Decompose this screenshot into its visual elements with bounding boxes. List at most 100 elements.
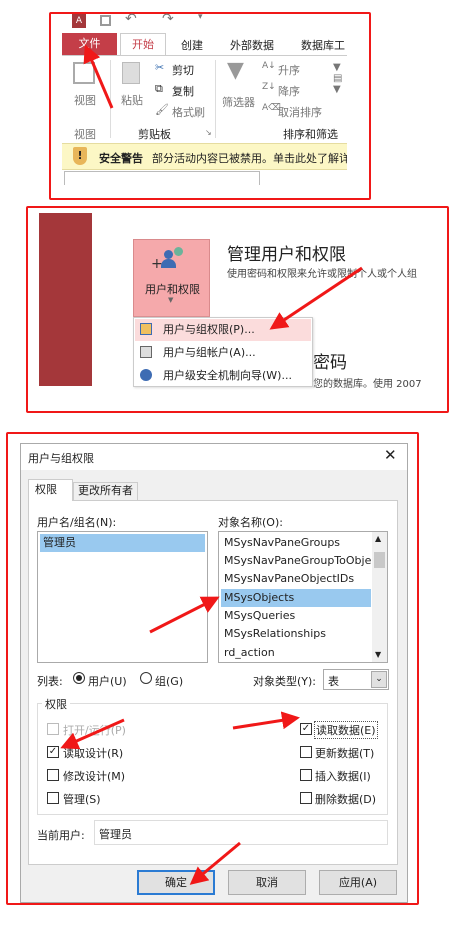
divider [215,60,216,138]
menu-item-user-group-accounts[interactable]: 用户与组帐户(A)... [135,342,311,364]
security-warning-message: 部分活动内容已被禁用。单击此处了解详 [152,152,347,165]
brush-icon: 🖌 [155,103,169,116]
accounts-icon [140,346,152,358]
user-list-label: 用户名/组名(N): [37,516,117,529]
close-icon[interactable]: ✕ [384,446,397,464]
list-type-label: 列表: [37,675,63,688]
permissions-groupbox-label: 权限 [42,696,70,712]
checkbox-delete-data[interactable] [300,792,312,804]
checkbox-read-design-label[interactable]: 读取设计(R) [63,745,123,761]
list-item-object[interactable]: rd_action [221,644,371,662]
save-icon[interactable] [100,15,111,26]
list-item-object[interactable]: MSysNavPaneGroupToObje [221,552,371,570]
nav-pane-edge [64,171,260,185]
copy-icon: ⧉ [155,82,163,95]
menu-item-user-group-permissions[interactable]: 用户与组权限(P)... [135,319,311,341]
checkbox-modify-design[interactable] [47,769,59,781]
users-icon: + [151,247,186,272]
sort-filter-group-label: 排序和筛选 [283,128,338,141]
checkbox-update-data-label[interactable]: 更新数据(T) [315,745,374,761]
checkbox-open-run [47,723,59,735]
paste-button[interactable]: 粘贴 [121,92,143,108]
apply-button[interactable]: 应用(A) [319,870,397,895]
object-type-value: 表 [328,675,339,688]
section-heading: 管理用户和权限 [227,245,346,265]
scroll-thumb[interactable] [374,552,385,568]
checkbox-modify-design-label[interactable]: 修改设计(M) [63,768,125,784]
customize-icon[interactable]: ▾ [198,12,203,22]
user-list[interactable]: 管理员 [37,531,208,663]
permissions-icon [140,323,152,335]
view-icon [73,62,95,84]
sort-descending-icon: Z↓ [262,82,276,92]
menu-item-security-wizard[interactable]: 用户级安全机制向导(W)... [135,365,311,387]
tab-external-data[interactable]: 外部数据 [230,37,274,53]
radio-groups-label: 组(G) [155,675,184,688]
filter-more-icon: ▼ ▤ ▼ [333,62,343,95]
list-item-object-selected[interactable]: MSysObjects [221,589,371,607]
tab-file[interactable]: 文件 [62,33,117,55]
users-permissions-menu: 用户与组权限(P)... 用户与组帐户(A)... 用户级安全机制向导(W)..… [133,317,313,387]
sort-ascending-button[interactable]: 升序 [278,62,300,78]
checkbox-read-design[interactable]: ✓ [47,746,59,758]
security-warning-title: 安全警告 [99,152,143,165]
list-item-object[interactable]: MSysRelationships [221,625,371,643]
checkbox-open-run-label: 打开/运行(P) [63,724,126,737]
object-list[interactable]: MSysNavPaneGroups MSysNavPaneGroupToObje… [218,531,388,663]
tab-create[interactable]: 创建 [181,37,203,53]
partial-heading: 密码 [313,353,347,373]
object-type-select[interactable]: 表 ⌄ [323,669,389,690]
list-item-object[interactable]: MSysNavPaneObjectIDs [221,570,371,588]
format-painter-button[interactable]: 格式刷 [172,104,205,120]
checkbox-administer[interactable] [47,792,59,804]
view-button[interactable]: 视图 [74,92,96,108]
filter-button[interactable]: 筛选器 [222,94,255,110]
ok-button[interactable]: 确定 [137,870,215,895]
current-user-field: 管理员 [94,820,388,845]
partial-text: 您的数据库。使用 2007 [313,379,422,390]
checkbox-delete-data-label[interactable]: 删除数据(D) [315,791,376,807]
radio-groups[interactable] [140,672,152,684]
backstage-sidebar [39,213,92,386]
cut-button[interactable]: 剪切 [172,62,194,78]
section-description: 使用密码和权限来允许或限制个人或个人组 [227,269,417,280]
paste-icon [122,62,140,84]
scroll-down-icon[interactable]: ▼ [375,650,381,659]
checkbox-update-data[interactable] [300,746,312,758]
view-group-label: 视图 [74,128,96,141]
list-item-object[interactable]: MSysQueries [221,607,371,625]
dialog-launcher-icon[interactable]: ↘ [205,128,212,137]
dialog-title: 用户与组权限 [28,452,94,465]
list-item-user[interactable]: 管理员 [40,534,205,552]
tab-database-tools[interactable]: 数据库工 [301,37,345,53]
chevron-down-icon[interactable]: ⌄ [371,671,387,688]
wizard-icon [140,369,152,381]
radio-users-label: 用户(U) [88,675,127,688]
filter-icon: ▼ [227,58,244,83]
object-list-label: 对象名称(O): [218,516,283,529]
tab-change-owner[interactable]: 更改所有者 [73,482,138,500]
radio-users[interactable] [73,672,85,684]
list-item-object[interactable]: MSysNavPaneGroups [221,534,371,552]
checkbox-read-data-label[interactable]: 读取数据(E) [314,721,378,739]
undo-icon[interactable]: ↶ [125,11,137,27]
checkbox-read-data[interactable]: ✓ [300,723,312,735]
shield-warning-icon: ! [73,147,87,165]
scroll-up-icon[interactable]: ▲ [375,534,381,543]
sort-ascending-icon: A↓ [262,61,276,71]
clear-sort-button[interactable]: 取消排序 [278,104,322,120]
clipboard-group-label: 剪贴板 [138,128,171,141]
scrollbar[interactable]: ▲ ▼ [372,532,387,662]
checkbox-administer-label[interactable]: 管理(S) [63,791,101,807]
current-user-label: 当前用户: [37,829,85,842]
sort-descending-button[interactable]: 降序 [278,83,300,99]
checkbox-insert-data[interactable] [300,769,312,781]
scissors-icon: ✂ [155,61,165,74]
redo-icon[interactable]: ↷ [162,11,174,27]
checkbox-insert-data-label[interactable]: 插入数据(I) [315,768,371,784]
copy-button[interactable]: 复制 [172,83,194,99]
divider [110,60,111,138]
tab-permissions[interactable]: 权限 [28,479,73,501]
tab-home[interactable]: 开始 [120,33,166,56]
cancel-button[interactable]: 取消 [228,870,306,895]
